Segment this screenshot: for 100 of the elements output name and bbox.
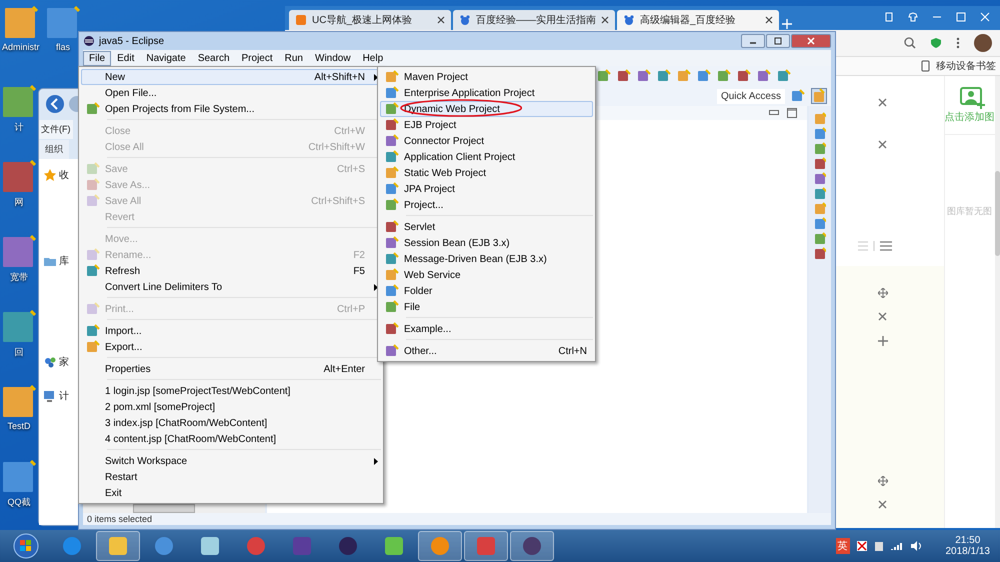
menu-item[interactable]: 文件(F) [39,120,72,139]
toolbar-icon[interactable] [777,69,791,83]
menu-item[interactable]: Navigate [140,50,192,66]
taskbar-app-button[interactable] [510,531,554,561]
toolbar-icon[interactable] [597,69,611,83]
open-perspective-icon[interactable] [791,89,805,103]
toolbar-icon[interactable] [697,69,711,83]
delete-icon[interactable] [878,140,888,150]
delete-icon[interactable] [878,500,888,510]
more-icon[interactable] [956,37,960,49]
menu-item[interactable]: Servlet [380,219,593,235]
desktop-icon[interactable] [2,385,36,419]
delete-icon[interactable] [878,98,888,108]
taskbar-app-button[interactable] [464,531,508,561]
menu-item[interactable]: Other... Ctrl+N [380,343,593,359]
toolbar-icon[interactable] [637,69,651,83]
menu-item[interactable]: File [380,299,593,315]
tray-icon[interactable] [874,540,884,552]
minimize-icon[interactable] [769,110,779,116]
menu-item[interactable]: Static Web Project [380,165,593,181]
view-icon[interactable] [814,247,826,259]
clock[interactable]: 21:50 2018/1/13 [946,535,990,557]
menu-item[interactable]: Properties Alt+Enter [81,361,381,377]
menu-item[interactable]: Restart [81,469,381,485]
menu-item[interactable]: Project [236,50,279,66]
new-tab-icon[interactable] [781,18,793,30]
network-error-icon[interactable] [856,540,868,552]
menu-item[interactable]: Example... [380,321,593,337]
toolbar-icon[interactable] [657,69,671,83]
view-icon[interactable] [814,217,826,229]
view-icon[interactable] [814,142,826,154]
menu-item[interactable]: Import... [81,323,381,339]
view-icon[interactable] [814,232,826,244]
menu-item[interactable]: Export... [81,339,381,355]
close-icon[interactable] [601,16,609,24]
desktop-icon[interactable] [2,85,36,119]
maximize-icon[interactable] [787,108,797,118]
menu-item[interactable]: Exit [81,485,381,501]
menu-item[interactable]: Run [278,50,309,66]
move-icon[interactable] [878,288,888,298]
move-icon[interactable] [878,476,888,486]
menu-item[interactable]: Window [309,50,357,66]
delete-icon[interactable] [878,312,888,322]
menu-item[interactable]: Switch Workspace [81,453,381,469]
organize-button[interactable]: 组织 [39,140,69,159]
toolbar-icon[interactable] [737,69,751,83]
close-button[interactable] [791,34,831,48]
close-icon[interactable] [437,16,445,24]
browser-tab[interactable]: 高级编辑器_百度经验 [617,10,779,30]
desktop-icon[interactable] [4,6,38,40]
menu-item[interactable]: Open File... [81,85,381,101]
desktop-icon[interactable] [2,460,36,494]
menu-item[interactable]: 4 content.jsp [ChatRoom/WebContent] [81,431,381,447]
signal-icon[interactable] [890,541,904,551]
avatar-icon[interactable] [974,34,992,52]
menu-item[interactable]: 2 pom.xml [someProject] [81,399,381,415]
menu-item[interactable]: JPA Project [380,181,593,197]
toolbar-icon[interactable] [717,69,731,83]
menu-item[interactable]: File [83,50,112,66]
menu-item[interactable]: EJB Project [380,117,593,133]
menu-item[interactable]: 3 index.jsp [ChatRoom/WebContent] [81,415,381,431]
toolbar-icon[interactable] [617,69,631,83]
taskbar-app-button[interactable] [418,531,462,561]
view-icon[interactable] [814,127,826,139]
menu-item[interactable]: Edit [111,50,140,66]
bookmark-label[interactable]: 移动设备书签 [936,59,996,73]
menu-item[interactable]: Maven Project [380,69,593,85]
perspective-icon[interactable] [811,88,827,104]
volume-icon[interactable] [910,541,922,551]
menu-item[interactable]: Enterprise Application Project [380,85,593,101]
menu-item[interactable]: Web Service [380,267,593,283]
browser-tab[interactable]: UC导航_极速上网体验 [289,10,451,30]
menu-item[interactable]: Folder [380,283,593,299]
taskbar-app-button[interactable] [96,531,140,561]
menu-item[interactable]: Session Bean (EJB 3.x) [380,235,593,251]
search-icon[interactable] [904,37,916,49]
menu-item[interactable]: 1 login.jsp [someProjectTest/WebContent] [81,383,381,399]
menu-item[interactable]: Convert Line Delimiters To [81,279,381,295]
menu-item[interactable]: Connector Project [380,133,593,149]
menu-item[interactable]: Open Projects from File System... [81,101,381,117]
input-method-indicator[interactable]: 英 [836,538,850,554]
view-icon[interactable] [814,187,826,199]
back-icon[interactable] [45,94,65,114]
shield-icon[interactable] [930,37,942,49]
scrollbar[interactable] [994,76,1000,528]
menu-item[interactable]: Project... [380,197,593,213]
browser-tab[interactable]: 百度经验——实用生活指南 [453,10,615,30]
view-icon[interactable] [814,172,826,184]
toolbar-icon[interactable] [757,69,771,83]
view-icon[interactable] [814,157,826,169]
quick-access-field[interactable]: Quick Access [716,88,785,104]
menu-item[interactable]: Message-Driven Bean (EJB 3.x) [380,251,593,267]
menu-item[interactable]: Search [192,50,236,66]
window-mode-icon[interactable] [884,12,894,22]
add-icon[interactable] [878,336,888,346]
maximize-button[interactable] [766,34,790,48]
menu-item[interactable]: Application Client Project [380,149,593,165]
desktop-icon[interactable] [46,6,80,40]
close-icon[interactable] [765,16,773,24]
menu-item[interactable]: Help [356,50,390,66]
